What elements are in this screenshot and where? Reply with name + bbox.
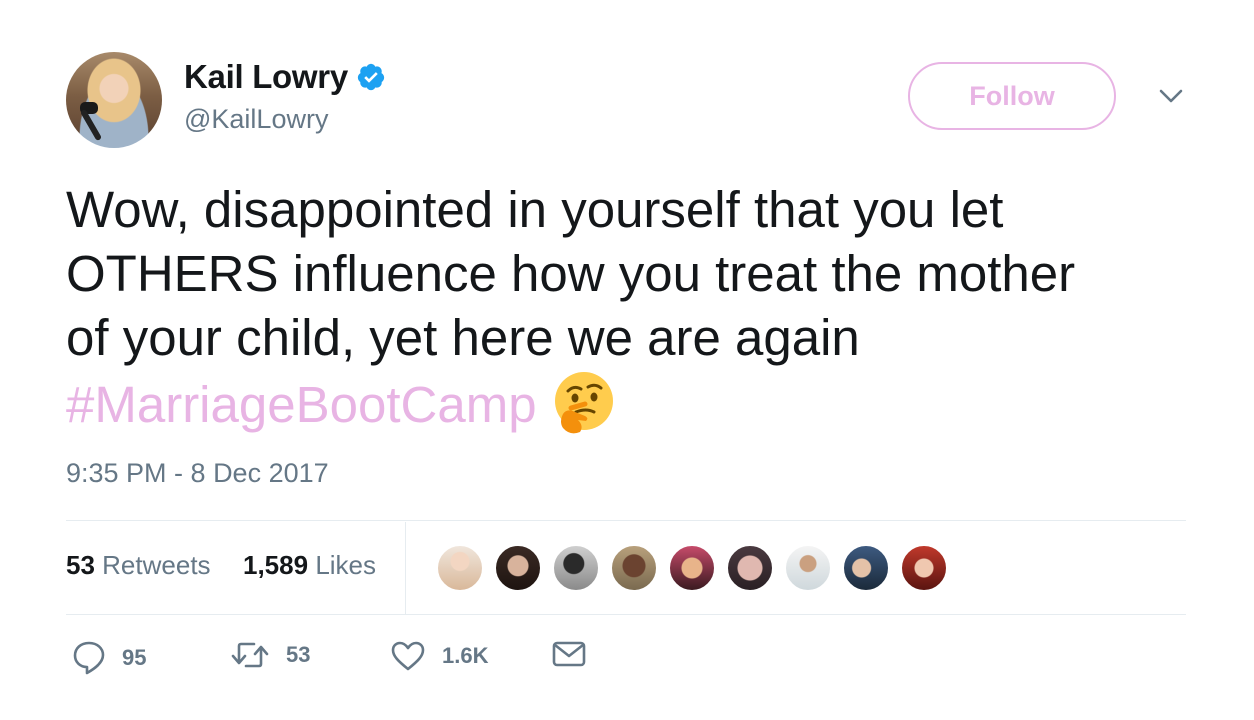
retweets-count: 53 <box>66 550 95 580</box>
verified-badge-icon <box>357 63 384 91</box>
likes-stat[interactable]: 1,589 Likes <box>243 550 376 581</box>
divider <box>66 614 1186 615</box>
divider <box>405 522 406 614</box>
retweet-button[interactable]: 53 <box>230 640 310 670</box>
tweet-text-line: of your child, yet here we are again <box>66 309 860 366</box>
liker-avatar[interactable] <box>842 544 890 592</box>
like-button[interactable]: 1.6K <box>390 640 488 672</box>
liker-avatar[interactable] <box>610 544 658 592</box>
hashtag-link[interactable]: #MarriageBootCamp <box>66 376 537 433</box>
retweet-icon <box>231 642 269 668</box>
author-name[interactable]: Kail Lowry <box>184 58 348 96</box>
liker-avatars <box>436 544 958 592</box>
reply-button[interactable]: 95 <box>72 640 146 676</box>
envelope-icon <box>552 641 586 667</box>
tweet-text: Wow, disappointed in yourself that you l… <box>66 178 1186 437</box>
likes-label: Likes <box>315 550 377 580</box>
avatar[interactable] <box>66 52 162 148</box>
direct-message-button[interactable] <box>552 640 586 668</box>
chevron-down-icon[interactable] <box>1157 84 1185 108</box>
retweets-stat[interactable]: 53 Retweets <box>66 550 211 581</box>
tweet-timestamp[interactable]: 9:35 PM - 8 Dec 2017 <box>66 458 329 489</box>
likes-count: 1,589 <box>243 550 309 580</box>
heart-icon <box>391 641 425 671</box>
liker-avatar[interactable] <box>552 544 600 592</box>
tweet-actions: 95 53 1.6K <box>66 640 666 680</box>
retweet-count: 53 <box>286 642 311 667</box>
divider <box>66 520 1186 521</box>
follow-button[interactable]: Follow <box>908 62 1116 130</box>
liker-avatar[interactable] <box>900 544 948 592</box>
reply-count: 95 <box>122 645 147 670</box>
liker-avatar[interactable] <box>494 544 542 592</box>
liker-avatar[interactable] <box>668 544 716 592</box>
retweets-label: Retweets <box>102 550 211 580</box>
liker-avatar[interactable] <box>436 544 484 592</box>
author-handle[interactable]: @KailLowry <box>184 104 328 135</box>
like-count: 1.6K <box>442 643 489 668</box>
author-name-row: Kail Lowry <box>184 58 386 96</box>
tweet-text-line: Wow, disappointed in yourself that you l… <box>66 181 1004 238</box>
liker-avatar[interactable] <box>726 544 774 592</box>
reply-icon <box>73 641 105 675</box>
tweet-text-line: OTHERS influence how you treat the mothe… <box>66 245 1076 302</box>
thinking-face-icon <box>554 372 613 434</box>
liker-avatar[interactable] <box>784 544 832 592</box>
